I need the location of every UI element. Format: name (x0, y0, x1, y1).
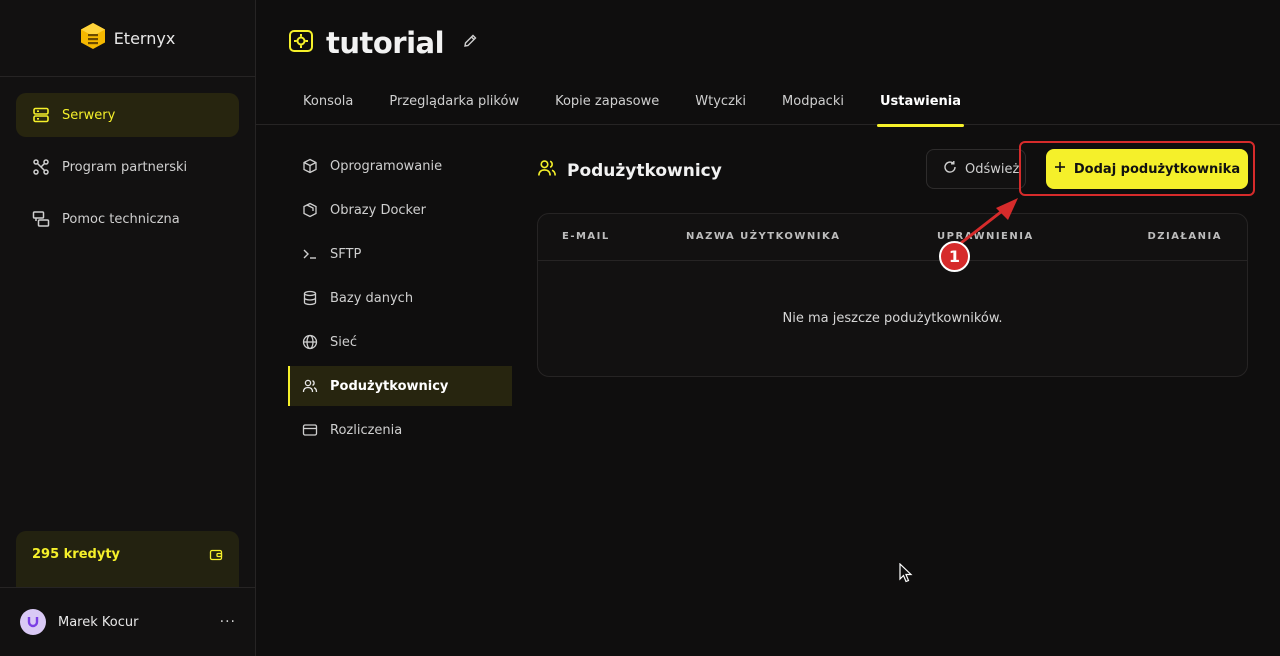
tab-console[interactable]: Konsola (303, 86, 353, 127)
tab-file-browser[interactable]: Przeglądarka plików (389, 86, 519, 127)
annotation-highlight-box (1019, 141, 1255, 196)
empty-state-message: Nie ma jeszcze podużytkowników. (782, 311, 1003, 326)
section-title: Podużytkownicy (537, 158, 722, 183)
users-icon (302, 378, 318, 394)
tab-backups[interactable]: Kopie zapasowe (555, 86, 659, 127)
column-header-email: E-MAIL (562, 231, 610, 242)
avatar (20, 609, 46, 635)
submenu-item-subusers[interactable]: Podużytkownicy (288, 366, 512, 406)
server-settings-icon (288, 28, 314, 58)
docker-box-icon (302, 202, 318, 218)
submenu-item-label: Rozliczenia (330, 422, 403, 438)
edit-pencil-icon[interactable] (462, 33, 478, 53)
tab-settings[interactable]: Ustawienia (876, 86, 965, 127)
sidebar-item-label: Pomoc techniczna (62, 211, 180, 227)
sidebar-item-label: Serwery (62, 107, 116, 123)
submenu-item-billing[interactable]: Rozliczenia (288, 410, 512, 450)
page-title: tutorial (326, 26, 445, 60)
sidebar: Eternyx Serwery Program partnerski Pomoc… (0, 0, 256, 656)
credits-panel[interactable]: 295 kredyty (16, 531, 239, 587)
eternyx-logo-icon (80, 22, 106, 54)
support-chat-icon (32, 210, 50, 228)
sidebar-nav: Serwery Program partnerski Pomoc technic… (0, 77, 255, 265)
credits-label: 295 kredyty (32, 547, 121, 562)
credit-card-icon (302, 422, 318, 438)
tab-modpacks[interactable]: Modpacki (782, 86, 844, 127)
box-icon (302, 158, 318, 174)
submenu-item-docker-images[interactable]: Obrazy Docker (288, 190, 512, 230)
submenu-item-label: SFTP (330, 246, 362, 262)
refresh-icon (943, 160, 957, 178)
submenu-item-label: Sieć (330, 334, 358, 350)
sidebar-item-partner-program[interactable]: Program partnerski (16, 145, 239, 189)
submenu-item-label: Oprogramowanie (330, 158, 443, 174)
column-header-actions: DZIAŁANIA (1147, 231, 1222, 242)
submenu-item-label: Bazy danych (330, 290, 414, 306)
refresh-label: Odśwież (965, 161, 1020, 177)
section-title-text: Podużytkownicy (567, 160, 722, 181)
user-name: Marek Kocur (58, 614, 139, 630)
server-tabs: Konsola Przeglądarka plików Kopie zapaso… (303, 86, 997, 127)
more-options-icon[interactable]: ··· (220, 614, 236, 630)
settings-submenu: Oprogramowanie Obrazy Docker SFTP Bazy d… (288, 146, 512, 454)
server-icon (32, 106, 50, 124)
refresh-button[interactable]: Odśwież (926, 149, 1026, 189)
tab-plugins[interactable]: Wtyczki (695, 86, 746, 127)
submenu-item-label: Podużytkownicy (330, 378, 449, 394)
wallet-icon[interactable] (209, 547, 223, 566)
sidebar-item-label: Program partnerski (62, 159, 188, 175)
submenu-item-sftp[interactable]: SFTP (288, 234, 512, 274)
server-header: tutorial Konsola Przeglądarka plików Kop… (256, 0, 1280, 127)
submenu-item-databases[interactable]: Bazy danych (288, 278, 512, 318)
brand[interactable]: Eternyx (0, 0, 255, 77)
sidebar-item-servers[interactable]: Serwery (16, 93, 239, 137)
brand-name: Eternyx (113, 28, 176, 48)
network-icon (32, 158, 50, 176)
submenu-item-network[interactable]: Sieć (288, 322, 512, 362)
column-header-username: NAZWA UŻYTKOWNIKA (686, 231, 841, 242)
submenu-item-software[interactable]: Oprogramowanie (288, 146, 512, 186)
sidebar-item-support[interactable]: Pomoc techniczna (16, 197, 239, 241)
user-profile[interactable]: Marek Kocur ··· (0, 587, 256, 656)
users-icon (537, 158, 557, 183)
database-icon (302, 290, 318, 306)
mouse-cursor-icon (899, 563, 913, 583)
annotation-step-badge: 1 (939, 241, 970, 272)
terminal-icon (302, 246, 318, 262)
submenu-item-label: Obrazy Docker (330, 202, 426, 218)
title-row: tutorial (288, 26, 478, 60)
table-header: E-MAIL NAZWA UŻYTKOWNIKA UPRAWNIENIA DZI… (538, 214, 1247, 261)
globe-icon (302, 334, 318, 350)
subusers-table: E-MAIL NAZWA UŻYTKOWNIKA UPRAWNIENIA DZI… (537, 213, 1248, 377)
